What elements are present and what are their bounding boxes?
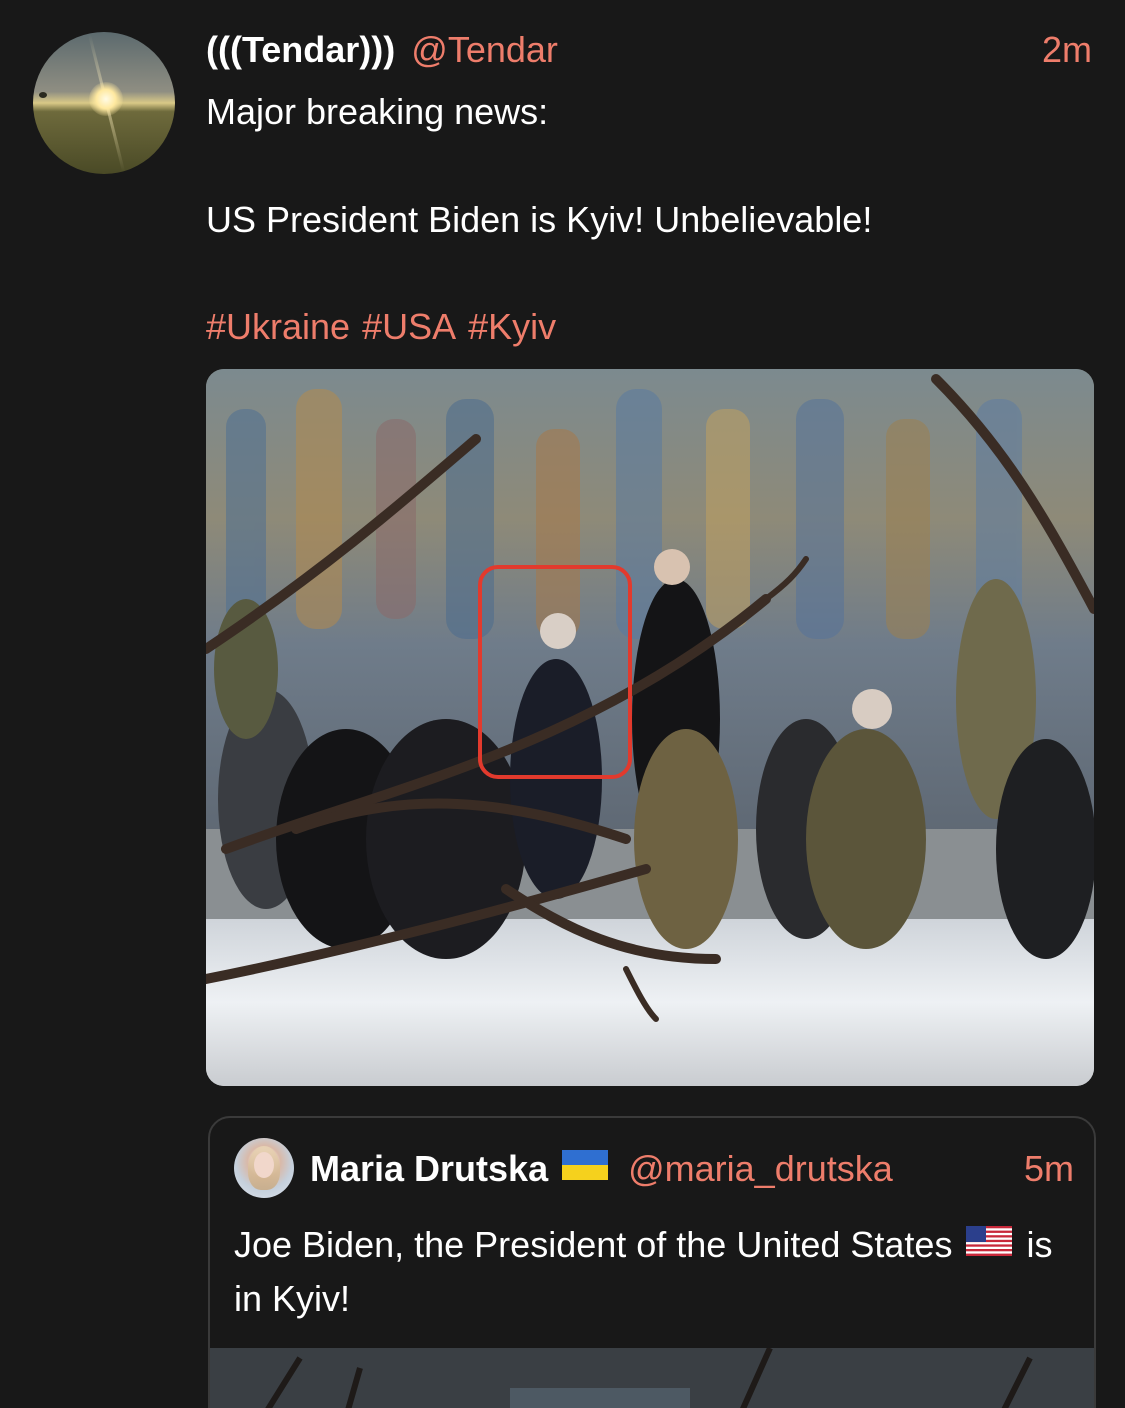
avatar-face: [254, 1152, 274, 1178]
tweet-text: Major breaking news: US President Biden …: [206, 90, 1092, 242]
sun: [89, 82, 123, 116]
tweet-header: (((Tendar))) @Tendar 2m: [206, 28, 1092, 72]
tree: [39, 92, 47, 98]
user-handle[interactable]: @Tendar: [411, 29, 558, 70]
avatar[interactable]: [33, 32, 175, 174]
timestamp[interactable]: 2m: [1042, 28, 1092, 72]
media-photo: [206, 369, 1094, 1086]
quoted-tweet[interactable]: Maria Drutska @maria_drutska 5m Joe Biden…: [208, 1116, 1096, 1408]
quoted-timestamp[interactable]: 5m: [1024, 1146, 1074, 1192]
tweet[interactable]: (((Tendar))) @Tendar 2m Major breaking ne…: [0, 0, 1125, 1408]
us-flag-icon: [966, 1217, 1013, 1271]
hashtag-link[interactable]: #Kyiv: [468, 306, 556, 347]
quoted-header: Maria Drutska @maria_drutska 5m: [310, 1146, 1074, 1192]
tweet-text-line-2: US President Biden is Kyiv! Unbelievable…: [206, 199, 873, 240]
quoted-tweet-text: Joe Biden, the President of the United S…: [234, 1218, 1074, 1326]
quoted-display-name[interactable]: Maria Drutska: [310, 1148, 548, 1189]
hashtag-link[interactable]: #Ukraine: [206, 306, 350, 347]
ukraine-flag-icon: [562, 1145, 609, 1191]
quoted-avatar[interactable]: [234, 1138, 294, 1198]
hashtags: #Ukraine #USA #Kyiv: [206, 305, 568, 349]
quoted-user-handle[interactable]: @maria_drutska: [628, 1148, 893, 1189]
quoted-media-image[interactable]: [210, 1346, 1094, 1408]
quoted-media-photo: [210, 1346, 1094, 1408]
tweet-text-line-1: Major breaking news:: [206, 91, 549, 132]
quoted-text-part-1: Joe Biden, the President of the United S…: [234, 1224, 953, 1265]
display-name[interactable]: (((Tendar))): [206, 29, 395, 70]
tweet-media-image[interactable]: [206, 369, 1094, 1086]
hashtag-link[interactable]: #USA: [362, 306, 456, 347]
